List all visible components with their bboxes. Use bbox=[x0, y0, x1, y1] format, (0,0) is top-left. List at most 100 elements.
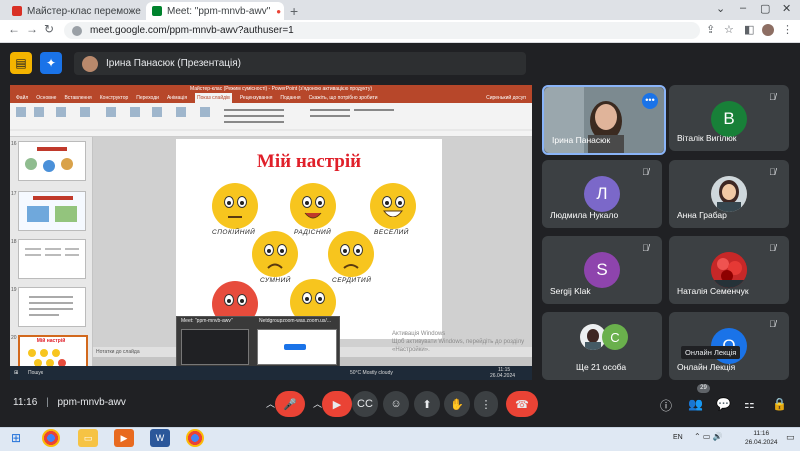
word-icon[interactable]: W bbox=[150, 429, 170, 447]
system-clock[interactable]: 11:16 26.04.2024 bbox=[745, 429, 778, 447]
pp-tab: Рецензування bbox=[239, 95, 273, 101]
participant-tile-presenter[interactable]: ••• Ірина Панасюк bbox=[542, 85, 666, 155]
preview-thumbnail[interactable] bbox=[181, 329, 249, 365]
site-info-icon[interactable] bbox=[72, 25, 82, 36]
pp-tab: Анімація bbox=[166, 95, 188, 101]
participant-tile[interactable]: 🎙̸ Наталія Семенчук bbox=[669, 236, 789, 304]
mic-off-icon: 🎙̸ bbox=[769, 167, 776, 177]
windows-start-icon[interactable]: ⊞ bbox=[6, 429, 26, 447]
preview-title: Netdgroupzoom-was.zoom.us/... bbox=[259, 318, 331, 324]
mic-off-icon: 🎙̸ bbox=[769, 319, 776, 329]
preview-thumbnail[interactable] bbox=[257, 329, 337, 365]
close-window-button[interactable]: ✕ bbox=[782, 2, 791, 15]
participant-tile[interactable]: 🎙̸ В Віталік Вигілюк bbox=[669, 85, 789, 151]
mic-off-icon: 🎙̸ bbox=[642, 243, 649, 253]
thumb-number: 16 bbox=[11, 141, 17, 147]
ribbon-icons bbox=[10, 107, 532, 131]
thumb-title: Мій настрій bbox=[36, 338, 66, 344]
participant-name: Sergij Klak bbox=[550, 286, 591, 296]
notifications-icon[interactable]: ▭ bbox=[786, 432, 795, 443]
participant-name: Наталія Семенчук bbox=[677, 286, 749, 296]
tab-title: Meet: "ppm-mnvb-awv" bbox=[167, 5, 271, 17]
language-indicator[interactable]: EN bbox=[673, 434, 683, 441]
mic-options-icon[interactable]: ︿ bbox=[266, 397, 275, 410]
participant-tile[interactable]: 🎙̸ О Онлайн Лекція Онлайн Лекція bbox=[669, 312, 789, 380]
slide-thumbnail[interactable] bbox=[18, 191, 86, 231]
more-options-icon[interactable]: ••• bbox=[642, 93, 658, 109]
file-explorer-icon[interactable]: ▭ bbox=[78, 429, 98, 447]
slide-thumbnail[interactable] bbox=[18, 239, 86, 279]
taskbar-preview-popup[interactable]: Meet: "ppm-mnvb-awv" Netdgroupzoom-was.z… bbox=[176, 316, 340, 368]
meeting-time: 11:16 | ppm-mnvb-awv bbox=[13, 397, 126, 408]
reload-icon[interactable]: ↻ bbox=[44, 22, 54, 36]
minimize-button[interactable]: – bbox=[740, 2, 746, 14]
thumb-number: 20 bbox=[11, 335, 17, 341]
present-icon[interactable]: ⬆ bbox=[414, 391, 440, 417]
host-controls-icon[interactable]: 🔒 bbox=[772, 397, 787, 411]
people-icon[interactable]: 👥 bbox=[688, 397, 703, 411]
activities-icon[interactable]: ⚏ bbox=[744, 397, 755, 411]
menu-icon[interactable]: ⋮ bbox=[782, 23, 793, 36]
tab-meet[interactable]: Meet: "ppm-mnvb-awv" ● ✕ bbox=[146, 2, 284, 20]
mic-off-icon: 🎙̸ bbox=[769, 243, 776, 253]
chrome-icon[interactable] bbox=[186, 429, 204, 447]
mic-off-icon[interactable]: 🎤 bbox=[275, 391, 305, 417]
presenter-chip[interactable]: Ірина Панасюк (Презентація) bbox=[74, 52, 526, 75]
activities-icon[interactable]: ▤ bbox=[10, 52, 32, 74]
activation-line2: Щоб активувати Windows, перейдіть до роз… bbox=[392, 339, 525, 353]
raise-hand-icon[interactable]: ✋ bbox=[444, 391, 470, 417]
pp-tab: Переходи bbox=[136, 95, 159, 101]
forward-icon[interactable]: → bbox=[26, 22, 38, 36]
omnibox[interactable]: meet.google.com/ppm-mnvb-awv?authuser=1 bbox=[64, 22, 700, 39]
happy-emoji bbox=[370, 183, 416, 229]
camera-off-icon[interactable]: ▶ bbox=[322, 391, 352, 417]
gmail-icon bbox=[12, 6, 22, 16]
tray-icons[interactable]: ⌃ ▭ 🔊 bbox=[694, 432, 723, 441]
shared-taskbar: ⊞ Пошук 50°C Mostly cloudy 11:15 26.04.2… bbox=[10, 366, 532, 380]
meeting-code: ppm-mnvb-awv bbox=[57, 397, 126, 408]
participant-tile[interactable]: 🎙̸ S Sergij Klak bbox=[542, 236, 662, 304]
inner-search: Пошук bbox=[28, 370, 44, 376]
avatar: В bbox=[711, 101, 747, 137]
new-tab-button[interactable]: + bbox=[290, 3, 298, 19]
chat-icon[interactable]: 💬 bbox=[716, 397, 731, 411]
bookmark-icon[interactable]: ☆ bbox=[724, 23, 734, 36]
participant-tile[interactable]: 🎙̸ Л Людмила Нукало bbox=[542, 160, 662, 228]
participant-tile-others[interactable]: С Ще 21 особа bbox=[542, 312, 662, 380]
camera-options-icon[interactable]: ︿ bbox=[313, 397, 322, 410]
avatar bbox=[711, 176, 747, 212]
participant-name: Ірина Панасюк bbox=[552, 135, 611, 145]
slide-thumbnail[interactable] bbox=[18, 141, 86, 181]
media-player-icon[interactable]: ▶ bbox=[114, 429, 134, 447]
participant-tile[interactable]: 🎙̸ Анна Грабар bbox=[669, 160, 789, 228]
sidepanel-icon[interactable]: ◧ bbox=[744, 23, 754, 36]
tab-search-icon[interactable]: ⌄ bbox=[716, 2, 725, 15]
participant-name: Людмила Нукало bbox=[550, 210, 619, 220]
url-text: meet.google.com/ppm-mnvb-awv?authuser=1 bbox=[90, 25, 294, 36]
emoji-icon[interactable]: ☺ bbox=[383, 391, 409, 417]
tab-masterclass[interactable]: Майстер-клас переможе обл... ✕ bbox=[6, 2, 144, 20]
close-icon[interactable]: ✕ bbox=[281, 6, 284, 17]
current-slide[interactable]: Мій настрій спокійний радісний веселий с… bbox=[176, 139, 442, 339]
chrome-icon[interactable] bbox=[42, 429, 60, 447]
thumb-number: 17 bbox=[11, 191, 17, 197]
mood-label: сердитий bbox=[332, 277, 372, 284]
slide-thumbnail[interactable] bbox=[18, 287, 86, 327]
more-icon[interactable]: ⋮ bbox=[474, 391, 498, 417]
inner-weather: 50°C Mostly cloudy bbox=[350, 370, 393, 376]
pp-tab: Файл bbox=[16, 95, 29, 101]
pp-tab: Скажіть, що потрібно зробити bbox=[308, 95, 378, 101]
back-icon[interactable]: ← bbox=[8, 22, 20, 36]
leave-call-icon[interactable]: ☎ bbox=[506, 391, 538, 417]
mood-label: спокійний bbox=[212, 229, 256, 236]
avatar: Л bbox=[584, 176, 620, 212]
maximize-button[interactable]: ▢ bbox=[760, 2, 770, 15]
profile-avatar[interactable] bbox=[762, 24, 774, 36]
inner-date: 26.04.2024 bbox=[490, 373, 516, 379]
captions-icon[interactable]: CC bbox=[352, 391, 378, 417]
start-icon: ⊞ bbox=[14, 370, 19, 376]
participant-name: Віталік Вигілюк bbox=[677, 133, 737, 143]
info-icon[interactable]: ⓘ bbox=[660, 397, 672, 414]
apps-icon[interactable]: ✦ bbox=[40, 52, 62, 74]
share-icon[interactable]: ⇪ bbox=[706, 23, 715, 36]
